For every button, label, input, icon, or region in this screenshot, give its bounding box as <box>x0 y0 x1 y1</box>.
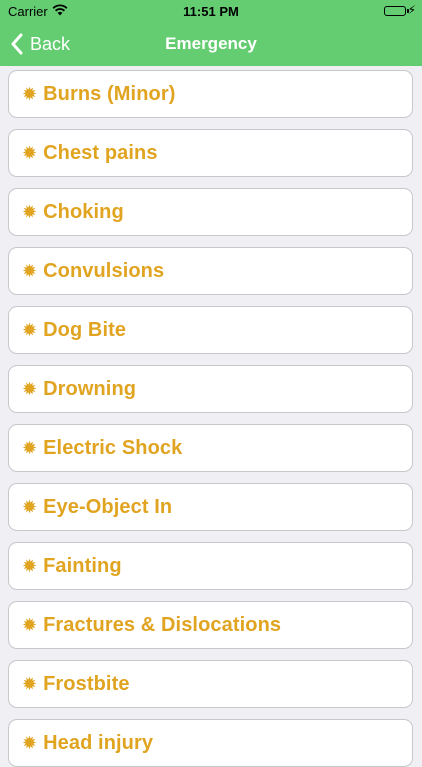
list-item-label: Fainting <box>43 554 122 577</box>
bolt-icon: ⚡ <box>407 3 416 17</box>
list-item-label: Dog Bite <box>43 318 127 341</box>
sun-bullet-icon: ✹ <box>22 202 38 222</box>
list-item-drowning[interactable]: ✹ Drowning <box>8 365 413 413</box>
sun-bullet-icon: ✹ <box>22 379 38 399</box>
sun-bullet-icon: ✹ <box>22 733 38 753</box>
sun-bullet-icon: ✹ <box>22 320 38 340</box>
list-item-chest-pains[interactable]: ✹ Chest pains <box>8 129 413 177</box>
sun-bullet-icon: ✹ <box>22 438 38 458</box>
list-item-fainting[interactable]: ✹ Fainting <box>8 542 413 590</box>
list-item-label: Burns (Minor) <box>43 82 176 105</box>
list-item-label: Eye-Object In <box>43 495 173 518</box>
list-item-label: Choking <box>43 200 124 223</box>
list-item-fractures-dislocations[interactable]: ✹ Fractures & Dislocations <box>8 601 413 649</box>
battery-icon <box>384 6 409 16</box>
list-item-burns-minor[interactable]: ✹ Burns (Minor) <box>8 70 413 118</box>
list-item-convulsions[interactable]: ✹ Convulsions <box>8 247 413 295</box>
list-item-frostbite[interactable]: ✹ Frostbite <box>8 660 413 708</box>
top-bar: Carrier 11:51 PM ⚡ Back Emergency <box>0 0 422 66</box>
list-item-label: Frostbite <box>43 672 130 695</box>
sun-bullet-icon: ✹ <box>22 556 38 576</box>
list-item-label: Head injury <box>43 731 154 754</box>
sun-bullet-icon: ✹ <box>22 674 38 694</box>
list-item-eye-object-in[interactable]: ✹ Eye-Object In <box>8 483 413 531</box>
list-item-label: Electric Shock <box>43 436 183 459</box>
sun-bullet-icon: ✹ <box>22 497 38 517</box>
status-bar: Carrier 11:51 PM ⚡ <box>0 0 422 22</box>
page-title: Emergency <box>165 34 257 53</box>
sun-bullet-icon: ✹ <box>22 143 38 163</box>
list-item-head-injury[interactable]: ✹ Head injury <box>8 719 413 767</box>
list-item-label: Fractures & Dislocations <box>43 613 282 636</box>
sun-bullet-icon: ✹ <box>22 261 38 281</box>
navigation-bar: Back Emergency <box>0 22 422 66</box>
list-item-label: Drowning <box>43 377 137 400</box>
list-item-electric-shock[interactable]: ✹ Electric Shock <box>8 424 413 472</box>
clock: 11:51 PM <box>183 4 239 19</box>
sun-bullet-icon: ✹ <box>22 615 38 635</box>
list-item-choking[interactable]: ✹ Choking <box>8 188 413 236</box>
sun-bullet-icon: ✹ <box>22 84 38 104</box>
list-item-dog-bite[interactable]: ✹ Dog Bite <box>8 306 413 354</box>
list-item-label: Convulsions <box>43 259 165 282</box>
list-item-label: Chest pains <box>43 141 158 164</box>
